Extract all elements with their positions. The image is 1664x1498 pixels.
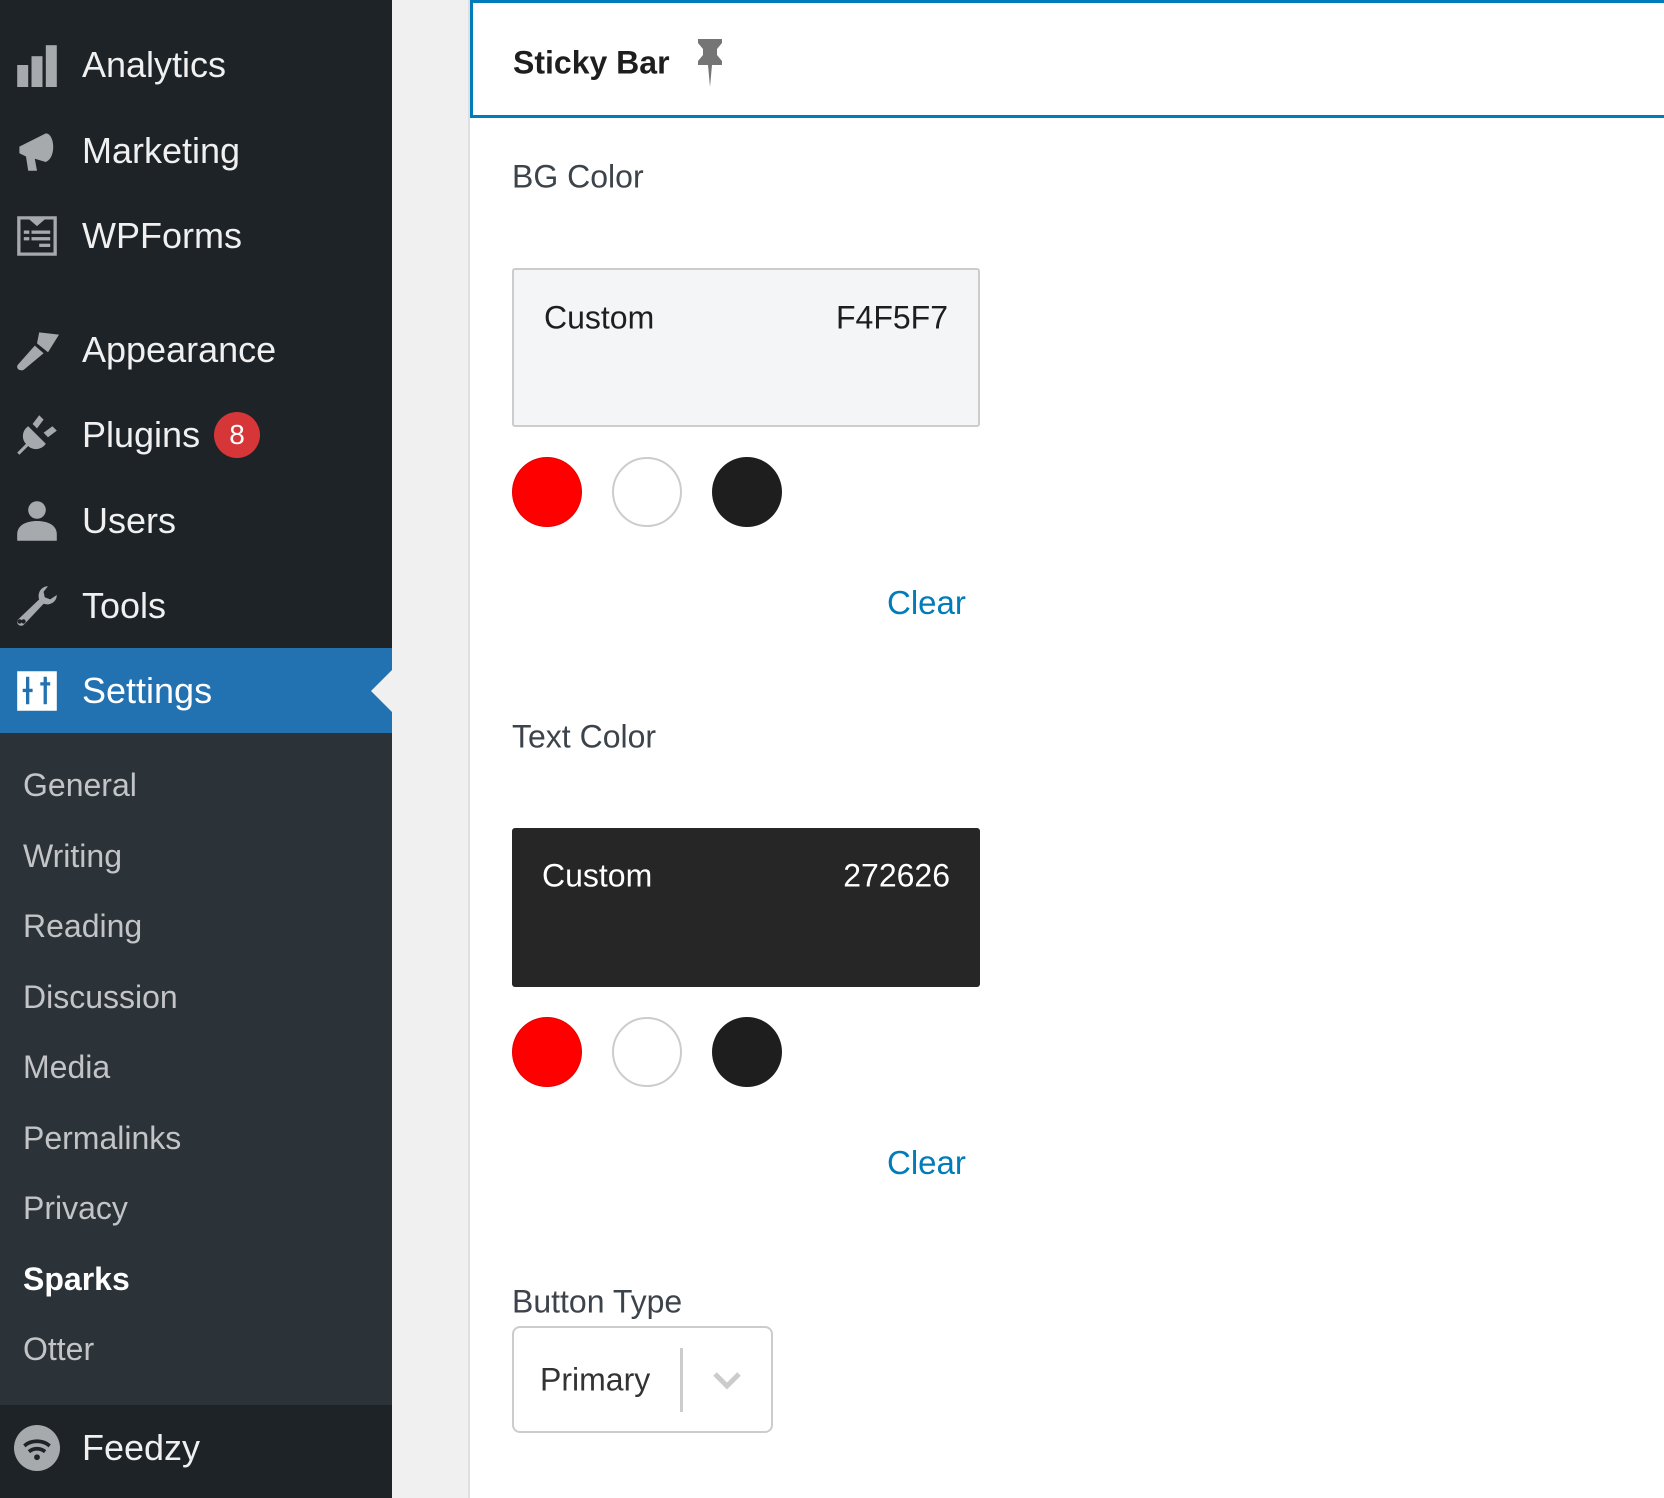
analytics-bar-chart-icon — [14, 42, 60, 88]
submenu-item-media[interactable]: Media — [23, 1051, 110, 1083]
bg-color-clear-button[interactable]: Clear — [887, 584, 966, 622]
submenu-item-writing[interactable]: Writing — [23, 840, 122, 872]
sidebar-item-marketing[interactable]: Marketing — [0, 111, 392, 191]
sidebar-item-label: Appearance — [82, 329, 277, 370]
sidebar-item-label: Marketing — [82, 130, 241, 171]
select-divider — [680, 1348, 683, 1412]
bg-swatch-red[interactable] — [512, 457, 582, 527]
sidebar-item-wpforms[interactable]: WPForms — [0, 196, 392, 276]
sidebar-item-label: Feedzy — [82, 1427, 201, 1468]
submenu-item-general[interactable]: General — [23, 769, 137, 801]
current-menu-arrow — [371, 669, 392, 712]
update-count-badge: 8 — [214, 412, 260, 458]
sidebar-item-label: Tools — [82, 585, 167, 626]
bg-color-label: BG Color — [512, 158, 644, 195]
bg-color-picker-toggle[interactable]: Custom F4F5F7 — [512, 268, 980, 427]
submenu-item-permalinks[interactable]: Permalinks — [23, 1122, 181, 1154]
sidebar-item-label: Settings — [82, 669, 213, 711]
sidebar-item-label: WPForms — [82, 215, 242, 256]
text-color-picker-toggle[interactable]: Custom 272626 — [512, 828, 980, 987]
feedzy-wifi-icon — [14, 1425, 60, 1471]
button-type-value: Primary — [540, 1361, 651, 1397]
megaphone-icon — [14, 128, 60, 174]
submenu-item-sparks[interactable]: Sparks — [23, 1263, 130, 1295]
button-type-label: Button Type — [512, 1283, 683, 1320]
bg-color-hex: F4F5F7 — [835, 299, 948, 336]
sidebar-item-appearance[interactable]: Appearance — [0, 310, 392, 390]
user-icon — [14, 498, 60, 544]
sidebar-item-users[interactable]: Users — [0, 481, 392, 561]
button-type-select[interactable]: Primary — [512, 1326, 773, 1433]
sidebar-item-label: Plugins — [82, 414, 201, 455]
settings-submenu: General Writing Reading Discussion Media… — [0, 733, 392, 1405]
bg-color-mode: Custom — [544, 299, 655, 336]
panel-title: Sticky Bar — [513, 44, 670, 81]
panel-header[interactable]: Sticky Bar — [470, 0, 1664, 118]
sidebar-item-analytics[interactable]: Analytics — [0, 25, 392, 105]
wpforms-icon — [14, 213, 60, 259]
wrench-icon — [14, 583, 60, 629]
text-swatch-red[interactable] — [512, 1017, 582, 1087]
text-swatch-white[interactable] — [612, 1017, 682, 1087]
submenu-item-discussion[interactable]: Discussion — [23, 981, 178, 1013]
sidebar-item-tools[interactable]: Tools — [0, 566, 392, 646]
paintbrush-icon — [14, 327, 60, 373]
submenu-item-reading[interactable]: Reading — [23, 910, 142, 942]
text-color-mode: Custom — [542, 857, 653, 894]
text-color-hex: 272626 — [843, 857, 950, 894]
sticky-bar-settings-panel: Sticky Bar BG Color Custom F4F5F7 Clear … — [468, 0, 1664, 1498]
submenu-item-otter[interactable]: Otter — [23, 1333, 94, 1365]
plug-icon — [14, 412, 60, 458]
admin-sidebar: Analytics Marketing WPForms Appearance P… — [0, 0, 392, 1498]
chevron-down-icon[interactable] — [711, 1366, 743, 1394]
bg-swatch-black[interactable] — [712, 457, 782, 527]
settings-sliders-icon — [14, 668, 60, 714]
sidebar-item-label: Users — [82, 500, 177, 541]
sidebar-item-label: Analytics — [82, 44, 227, 85]
sidebar-item-settings[interactable]: Settings — [0, 648, 392, 733]
text-swatch-black[interactable] — [712, 1017, 782, 1087]
text-color-clear-button[interactable]: Clear — [887, 1144, 966, 1182]
bg-swatch-white[interactable] — [612, 457, 682, 527]
text-color-label: Text Color — [512, 718, 657, 755]
sidebar-item-plugins[interactable]: Plugins 8 — [0, 395, 392, 475]
pin-icon[interactable] — [695, 39, 725, 87]
sidebar-item-feedzy[interactable]: Feedzy — [0, 1408, 392, 1488]
submenu-item-privacy[interactable]: Privacy — [23, 1192, 128, 1224]
